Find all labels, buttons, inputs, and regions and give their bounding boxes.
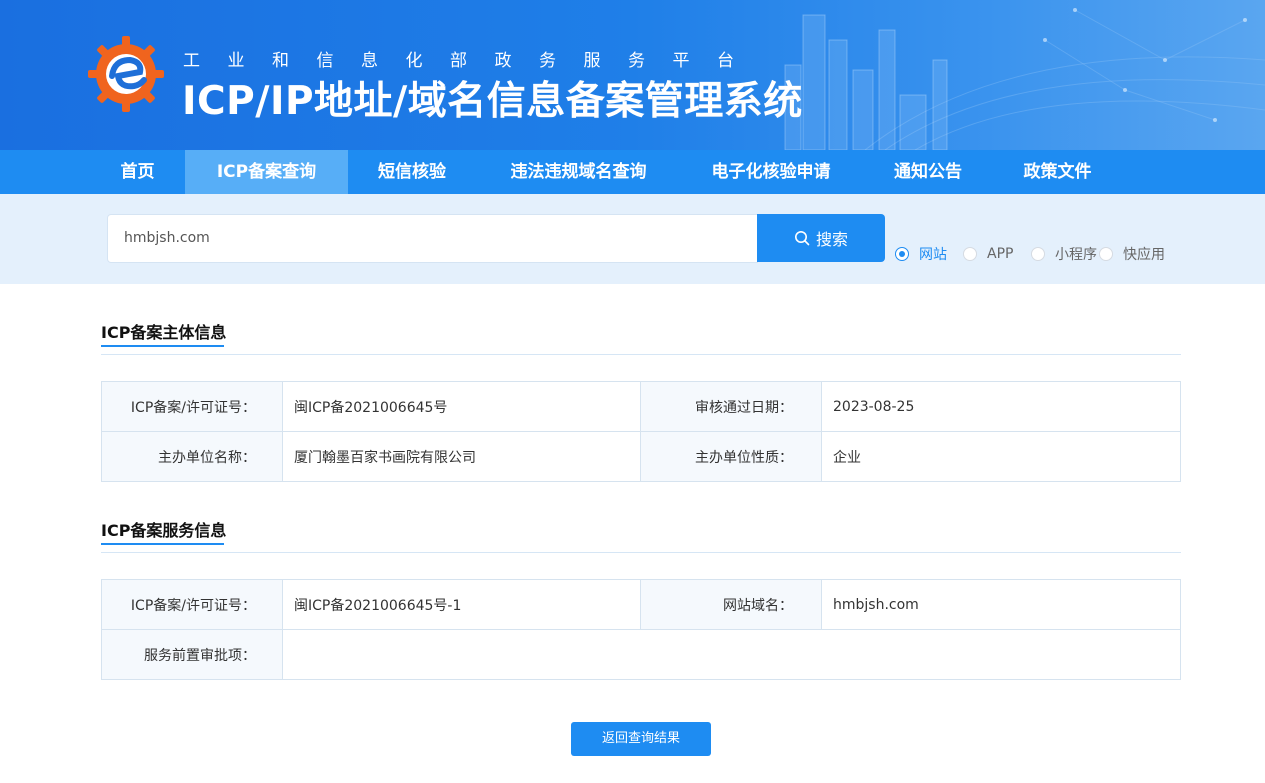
- table-row: 服务前置审批项：: [101, 629, 1181, 680]
- nav-item-notices[interactable]: 通知公告: [861, 150, 995, 194]
- nav-item-e-verify-apply[interactable]: 电子化核验申请: [681, 150, 861, 194]
- subject-section-title: ICP备案主体信息: [101, 319, 227, 347]
- nav-item-policy-docs[interactable]: 政策文件: [995, 150, 1120, 194]
- org-name-value: 厦门翰墨百家书画院有限公司: [282, 431, 641, 482]
- section-title-underline: [101, 345, 224, 347]
- preapproval-label: 服务前置审批项：: [101, 629, 283, 680]
- nav-item-sms-verify[interactable]: 短信核验: [348, 150, 476, 194]
- back-to-results-button[interactable]: 返回查询结果: [571, 722, 711, 756]
- site-header: 工业和信息化部政务服务平台 ICP/IP地址/域名信息备案管理系统: [0, 0, 1265, 150]
- radio-dot: [1099, 247, 1113, 261]
- service-license-value: 闽ICP备2021006645号-1: [282, 579, 641, 630]
- section-divider: [101, 354, 1181, 355]
- org-nature-label: 主办单位性质：: [640, 431, 822, 482]
- header-subtitle: 工业和信息化部政务服务平台: [183, 51, 762, 71]
- service-section-title-text: ICP备案服务信息: [101, 521, 227, 540]
- approve-date-label: 审核通过日期：: [640, 381, 822, 432]
- radio-label: 网站: [919, 247, 947, 263]
- table-row: 主办单位名称： 厦门翰墨百家书画院有限公司 主办单位性质： 企业: [101, 431, 1181, 482]
- section-divider: [101, 552, 1181, 553]
- nav-item-home[interactable]: 首页: [90, 150, 185, 194]
- approve-date-value: 2023-08-25: [821, 381, 1181, 432]
- main-nav: 首页 ICP备案查询 短信核验 违法违规域名查询 电子化核验申请 通知公告 政策…: [0, 150, 1265, 194]
- subject-section-title-text: ICP备案主体信息: [101, 323, 227, 342]
- section-title-underline: [101, 543, 224, 545]
- table-row: ICP备案/许可证号： 闽ICP备2021006645号 审核通过日期： 202…: [101, 381, 1181, 432]
- radio-app[interactable]: APP: [963, 245, 1013, 263]
- search-input[interactable]: hmbjsh.com: [107, 214, 758, 263]
- subject-info-table: ICP备案/许可证号： 闽ICP备2021006645号 审核通过日期： 202…: [101, 381, 1181, 482]
- org-name-label: 主办单位名称：: [101, 431, 283, 482]
- radio-dot: [1031, 247, 1045, 261]
- radio-website[interactable]: 网站: [895, 245, 947, 263]
- preapproval-value: [282, 629, 1181, 680]
- radio-mini-program[interactable]: 小程序: [1031, 245, 1097, 263]
- city-skyline-decoration: [784, 8, 1265, 150]
- service-license-label: ICP备案/许可证号：: [101, 579, 283, 630]
- radio-quick-app[interactable]: 快应用: [1099, 245, 1165, 263]
- org-nature-value: 企业: [821, 431, 1181, 482]
- nav-item-illegal-domain-query[interactable]: 违法违规域名查询: [476, 150, 681, 194]
- radio-label: 快应用: [1123, 247, 1165, 263]
- service-section-title: ICP备案服务信息: [101, 517, 227, 545]
- table-row: ICP备案/许可证号： 闽ICP备2021006645号-1 网站域名： hmb…: [101, 579, 1181, 630]
- radio-dot: [963, 247, 977, 261]
- radio-dot: [895, 247, 909, 261]
- license-label: ICP备案/许可证号：: [101, 381, 283, 432]
- gear-e-logo-icon: [88, 36, 164, 112]
- radio-label: APP: [987, 246, 1014, 262]
- license-value: 闽ICP备2021006645号: [282, 381, 641, 432]
- search-bar: hmbjsh.com 搜索 网站 APP 小程序 快应用: [0, 194, 1265, 284]
- search-button-label: 搜索: [815, 230, 848, 249]
- search-icon: [794, 231, 810, 246]
- domain-value: hmbjsh.com: [821, 579, 1181, 630]
- search-button[interactable]: 搜索: [757, 214, 885, 262]
- nav-item-icp-query[interactable]: ICP备案查询: [185, 150, 348, 194]
- radio-label: 小程序: [1055, 247, 1097, 263]
- service-info-table: ICP备案/许可证号： 闽ICP备2021006645号-1 网站域名： hmb…: [101, 579, 1181, 680]
- domain-label: 网站域名：: [640, 579, 822, 630]
- page-title: ICP/IP地址/域名信息备案管理系统: [182, 79, 803, 124]
